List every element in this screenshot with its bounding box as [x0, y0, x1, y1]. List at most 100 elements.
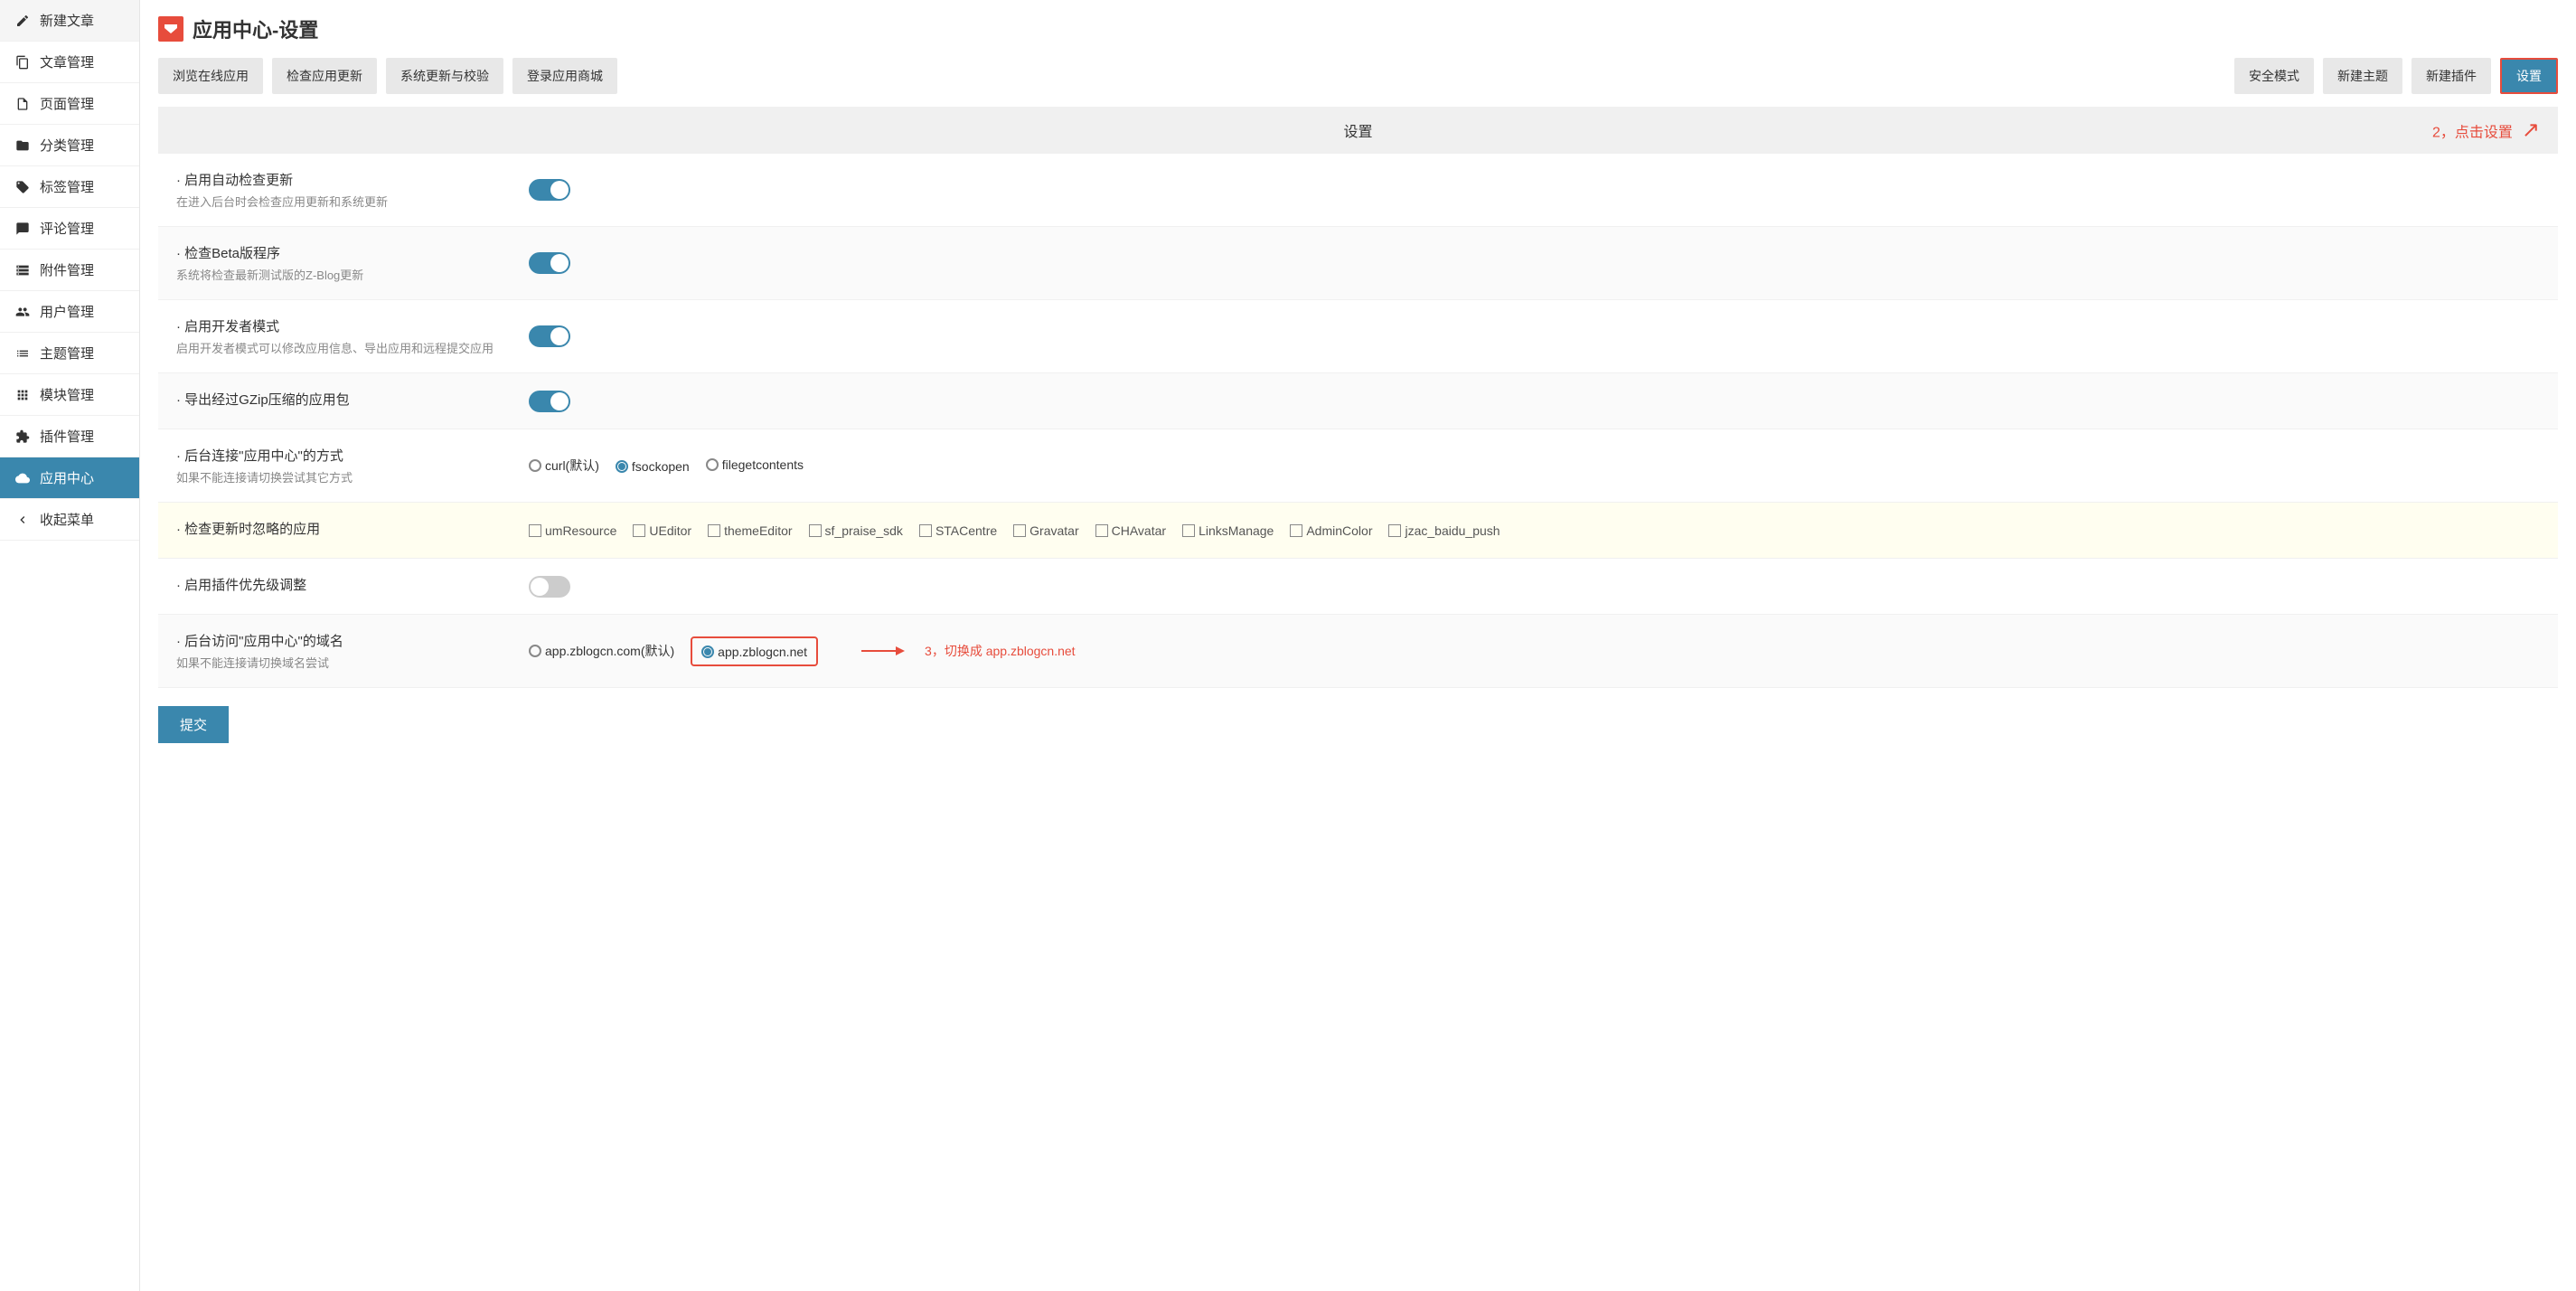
setting-title: 后台连接"应用中心"的方式 [176, 446, 511, 465]
sidebar-item-6[interactable]: 附件管理 [0, 250, 139, 291]
setting-title: 启用自动检查更新 [176, 170, 511, 189]
sidebar-item-label: 新建文章 [40, 11, 94, 30]
page-icon [14, 96, 31, 112]
toolbar-btn-left-1[interactable]: 检查应用更新 [272, 58, 377, 94]
sidebar-item-label: 评论管理 [40, 219, 94, 238]
checkbox-box-icon [809, 524, 822, 537]
setting-title: 检查更新时忽略的应用 [176, 519, 511, 538]
radio-circle-icon [529, 459, 541, 472]
checkbox-box-icon [633, 524, 645, 537]
checkbox-label: jzac_baidu_push [1405, 523, 1500, 538]
radio-circle-icon [529, 645, 541, 657]
cloud-icon [14, 470, 31, 486]
sidebar-item-label: 附件管理 [40, 260, 94, 279]
sidebar-item-3[interactable]: 分类管理 [0, 125, 139, 166]
annotation-step-3: 3，切换成 app.zblogcn.net [852, 642, 1076, 660]
sidebar-item-4[interactable]: 标签管理 [0, 166, 139, 208]
toolbar-btn-right-0[interactable]: 安全模式 [2234, 58, 2314, 94]
toggle-switch[interactable] [529, 252, 570, 274]
toolbar-left: 浏览在线应用检查应用更新系统更新与校验登录应用商城 [158, 58, 617, 94]
radio-label: app.zblogcn.com(默认) [545, 642, 674, 660]
users-icon [14, 304, 31, 320]
setting-title: 启用插件优先级调整 [176, 575, 511, 594]
sidebar-item-label: 页面管理 [40, 94, 94, 113]
sidebar-item-8[interactable]: 主题管理 [0, 333, 139, 374]
toolbar-btn-right-1[interactable]: 新建主题 [2323, 58, 2402, 94]
page-title: 应用中心-设置 [193, 14, 318, 43]
checkbox-label: umResource [545, 523, 616, 538]
settings-row-1: 检查Beta版程序系统将检查最新测试版的Z-Blog更新 [158, 227, 2558, 300]
radio-option-0[interactable]: curl(默认) [529, 457, 599, 475]
checkbox-label: UEditor [649, 523, 691, 538]
sidebar-item-7[interactable]: 用户管理 [0, 291, 139, 333]
sidebar-item-2[interactable]: 页面管理 [0, 83, 139, 125]
submit-button[interactable]: 提交 [158, 706, 229, 743]
folder-icon [14, 137, 31, 154]
settings-row-3: 导出经过GZip压缩的应用包 [158, 373, 2558, 429]
toggle-switch[interactable] [529, 179, 570, 201]
settings-label: 启用自动检查更新在进入后台时会检查应用更新和系统更新 [158, 154, 529, 226]
settings-section-header: 设置 2，点击设置 ↗ [158, 107, 2558, 154]
sidebar-item-12[interactable]: 收起菜单 [0, 499, 139, 541]
radio-option-0[interactable]: app.zblogcn.com(默认) [529, 642, 674, 660]
toolbar-btn-right-2[interactable]: 新建插件 [2411, 58, 2491, 94]
setting-desc: 系统将检查最新测试版的Z-Blog更新 [176, 266, 511, 283]
sidebar-item-label: 应用中心 [40, 468, 94, 487]
checkbox-box-icon [708, 524, 720, 537]
checkbox-option-1[interactable]: UEditor [633, 523, 691, 538]
arrow-icon [861, 650, 898, 652]
toolbar-btn-left-2[interactable]: 系统更新与校验 [386, 58, 503, 94]
sidebar-item-10[interactable]: 插件管理 [0, 416, 139, 457]
settings-row-7: 后台访问"应用中心"的域名如果不能连接请切换域名尝试app.zblogcn.co… [158, 615, 2558, 688]
settings-label: 启用开发者模式启用开发者模式可以修改应用信息、导出应用和远程提交应用 [158, 300, 529, 372]
sidebar: 新建文章文章管理页面管理分类管理标签管理评论管理附件管理用户管理主题管理模块管理… [0, 0, 140, 1291]
submit-area: 提交 [158, 706, 2558, 743]
radio-circle-icon [701, 646, 714, 658]
checkbox-option-5[interactable]: Gravatar [1013, 523, 1078, 538]
tag-icon [14, 179, 31, 195]
sidebar-item-label: 文章管理 [40, 52, 94, 71]
checkbox-option-0[interactable]: umResource [529, 523, 616, 538]
toggle-switch[interactable] [529, 391, 570, 412]
settings-control [529, 373, 2558, 429]
checkbox-option-2[interactable]: themeEditor [708, 523, 792, 538]
checkbox-box-icon [1182, 524, 1195, 537]
settings-label: 导出经过GZip压缩的应用包 [158, 373, 529, 429]
sidebar-item-11[interactable]: 应用中心 [0, 457, 139, 499]
setting-title: 检查Beta版程序 [176, 243, 511, 262]
sidebar-item-label: 主题管理 [40, 344, 94, 363]
checkbox-option-8[interactable]: AdminColor [1290, 523, 1372, 538]
toggle-switch[interactable] [529, 576, 570, 598]
checkbox-label: sf_praise_sdk [825, 523, 903, 538]
attach-icon [14, 262, 31, 278]
checkbox-option-9[interactable]: jzac_baidu_push [1388, 523, 1500, 538]
settings-row-0: 启用自动检查更新在进入后台时会检查应用更新和系统更新 [158, 154, 2558, 227]
sidebar-item-label: 标签管理 [40, 177, 94, 196]
sidebar-item-5[interactable]: 评论管理 [0, 208, 139, 250]
checkbox-option-7[interactable]: LinksManage [1182, 523, 1274, 538]
radio-circle-icon [706, 458, 719, 471]
toolbar-btn-left-3[interactable]: 登录应用商城 [512, 58, 617, 94]
edit-icon [14, 13, 31, 29]
app-logo-icon [158, 16, 183, 42]
sidebar-item-9[interactable]: 模块管理 [0, 374, 139, 416]
radio-option-1[interactable]: fsockopen [616, 459, 690, 474]
toolbar-btn-right-3[interactable]: 设置 [2500, 58, 2558, 94]
sidebar-item-1[interactable]: 文章管理 [0, 42, 139, 83]
setting-desc: 在进入后台时会检查应用更新和系统更新 [176, 193, 511, 210]
radio-label: filegetcontents [722, 457, 804, 472]
toggle-switch[interactable] [529, 325, 570, 347]
checkbox-option-6[interactable]: CHAvatar [1095, 523, 1166, 538]
checkbox-label: themeEditor [724, 523, 792, 538]
radio-label: app.zblogcn.net [718, 645, 807, 659]
checkbox-option-3[interactable]: sf_praise_sdk [809, 523, 903, 538]
radio-option-2[interactable]: filegetcontents [706, 457, 804, 472]
radio-option-1[interactable]: app.zblogcn.net [701, 645, 807, 659]
checkbox-label: CHAvatar [1112, 523, 1166, 538]
sidebar-item-0[interactable]: 新建文章 [0, 0, 139, 42]
checkbox-option-4[interactable]: STACentre [919, 523, 997, 538]
toolbar-btn-left-0[interactable]: 浏览在线应用 [158, 58, 263, 94]
checkbox-label: AdminColor [1306, 523, 1372, 538]
checkbox-box-icon [529, 524, 541, 537]
setting-desc: 如果不能连接请切换域名尝试 [176, 654, 511, 671]
